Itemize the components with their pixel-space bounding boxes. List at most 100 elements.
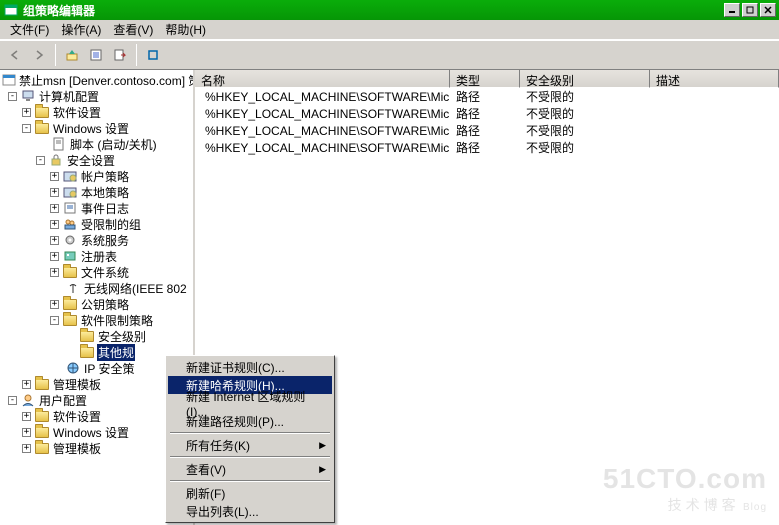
- menu-bar: 文件(F) 操作(A) 查看(V) 帮助(H): [0, 20, 779, 40]
- rule-name: %HKEY_LOCAL_MACHINE\SOFTWARE\Micro...: [205, 107, 450, 121]
- expand-icon[interactable]: +: [50, 220, 59, 229]
- ctx-export-list[interactable]: 导出列表(L)...: [168, 502, 332, 520]
- properties-button[interactable]: [85, 44, 107, 66]
- ctx-new-cert-rule[interactable]: 新建证书规则(C)...: [168, 358, 332, 376]
- forward-button[interactable]: [28, 44, 50, 66]
- list-header: 名称 类型 安全级别 描述: [195, 70, 779, 88]
- window-title: 组策略编辑器: [23, 2, 722, 19]
- folder-icon: [79, 328, 95, 344]
- title-bar: 组策略编辑器: [0, 0, 779, 20]
- col-desc[interactable]: 描述: [650, 70, 779, 88]
- col-security[interactable]: 安全级别: [520, 70, 650, 88]
- folder-icon: [34, 104, 50, 120]
- expand-icon[interactable]: +: [50, 236, 59, 245]
- ctx-separator: [170, 480, 330, 482]
- ctx-view[interactable]: 查看(V)▶: [168, 460, 332, 478]
- tree-account-policy[interactable]: +帐户策略: [0, 168, 193, 184]
- folder-icon: [34, 424, 50, 440]
- list-row[interactable]: %HKEY_LOCAL_MACHINE\SOFTWARE\Micro... 路径…: [195, 139, 779, 156]
- export-button[interactable]: [109, 44, 131, 66]
- col-type[interactable]: 类型: [450, 70, 520, 88]
- group-icon: [62, 216, 78, 232]
- rule-type: 路径: [450, 105, 520, 122]
- rule-type: 路径: [450, 88, 520, 105]
- expand-icon[interactable]: +: [50, 172, 59, 181]
- folder-icon: [79, 344, 95, 360]
- tree-computer-config[interactable]: -计算机配置: [0, 88, 193, 104]
- gear-icon: [62, 232, 78, 248]
- menu-file[interactable]: 文件(F): [4, 19, 55, 40]
- collapse-icon[interactable]: -: [8, 92, 17, 101]
- toolbar: [0, 40, 779, 70]
- tree-scripts[interactable]: 脚本 (启动/关机): [0, 136, 193, 152]
- ctx-all-tasks[interactable]: 所有任务(K)▶: [168, 436, 332, 454]
- rule-security: 不受限的: [520, 139, 650, 156]
- expand-icon[interactable]: +: [50, 252, 59, 261]
- expand-icon[interactable]: +: [50, 188, 59, 197]
- wireless-icon: [65, 280, 81, 296]
- rule-type: 路径: [450, 122, 520, 139]
- submenu-arrow-icon: ▶: [319, 464, 326, 475]
- ctx-new-internet-rule[interactable]: 新建 Internet 区域规则(I)...: [168, 394, 332, 412]
- tree-windows-settings[interactable]: -Windows 设置: [0, 120, 193, 136]
- ctx-separator: [170, 432, 330, 434]
- toolbar-separator: [55, 44, 56, 66]
- policy-icon: [2, 72, 16, 88]
- list-row[interactable]: %HKEY_LOCAL_MACHINE\SOFTWARE\Micro... 路径…: [195, 122, 779, 139]
- tree-security-level[interactable]: 安全级别: [0, 328, 193, 344]
- folder-icon: [62, 264, 78, 280]
- collapse-icon[interactable]: -: [22, 124, 31, 133]
- close-button[interactable]: [760, 3, 776, 17]
- collapse-icon[interactable]: -: [36, 156, 45, 165]
- ctx-refresh[interactable]: 刷新(F): [168, 484, 332, 502]
- maximize-button[interactable]: [742, 3, 758, 17]
- menu-action[interactable]: 操作(A): [55, 19, 107, 40]
- tree-software-restrict[interactable]: -软件限制策略: [0, 312, 193, 328]
- up-button[interactable]: [61, 44, 83, 66]
- expand-icon[interactable]: +: [50, 268, 59, 277]
- expand-icon[interactable]: +: [50, 204, 59, 213]
- tree-restricted-groups[interactable]: +受限制的组: [0, 216, 193, 232]
- expand-icon[interactable]: +: [22, 428, 31, 437]
- collapse-icon[interactable]: -: [50, 316, 59, 325]
- expand-icon[interactable]: +: [22, 412, 31, 421]
- ctx-separator: [170, 456, 330, 458]
- user-icon: [20, 392, 36, 408]
- tree-software-settings[interactable]: +软件设置: [0, 104, 193, 120]
- menu-help[interactable]: 帮助(H): [159, 19, 212, 40]
- expand-icon[interactable]: +: [22, 108, 31, 117]
- tree-root[interactable]: 禁止msn [Denver.contoso.com] 策: [0, 72, 193, 88]
- expand-icon[interactable]: +: [22, 444, 31, 453]
- menu-view[interactable]: 查看(V): [107, 19, 159, 40]
- policy-folder-icon: [62, 168, 78, 184]
- folder-icon: [34, 408, 50, 424]
- folder-icon: [34, 120, 50, 136]
- ctx-new-path-rule[interactable]: 新建路径规则(P)...: [168, 412, 332, 430]
- tree-security-settings[interactable]: -安全设置: [0, 152, 193, 168]
- rule-name: %HKEY_LOCAL_MACHINE\SOFTWARE\Micro...: [205, 90, 450, 104]
- collapse-icon[interactable]: -: [8, 396, 17, 405]
- list-body: %HKEY_LOCAL_MACHINE\SOFTWARE\Micro... 路径…: [195, 88, 779, 156]
- minimize-button[interactable]: [724, 3, 740, 17]
- tree-wireless[interactable]: 无线网络(IEEE 802: [0, 280, 193, 296]
- col-name[interactable]: 名称: [195, 70, 450, 88]
- expand-icon[interactable]: +: [22, 380, 31, 389]
- tree-file-system[interactable]: +文件系统: [0, 264, 193, 280]
- list-row[interactable]: %HKEY_LOCAL_MACHINE\SOFTWARE\Micro... 路径…: [195, 88, 779, 105]
- tree-system-services[interactable]: +系统服务: [0, 232, 193, 248]
- back-button[interactable]: [4, 44, 26, 66]
- rule-name: %HKEY_LOCAL_MACHINE\SOFTWARE\Micro...: [205, 124, 450, 138]
- rule-security: 不受限的: [520, 122, 650, 139]
- tree-event-log[interactable]: +事件日志: [0, 200, 193, 216]
- computer-icon: [20, 88, 36, 104]
- rule-security: 不受限的: [520, 105, 650, 122]
- tree-registry[interactable]: +注册表: [0, 248, 193, 264]
- list-row[interactable]: %HKEY_LOCAL_MACHINE\SOFTWARE\Micro... 路径…: [195, 105, 779, 122]
- registry-icon: [62, 248, 78, 264]
- tree-local-policy[interactable]: +本地策略: [0, 184, 193, 200]
- refresh-button[interactable]: [142, 44, 164, 66]
- policy-folder-icon: [62, 184, 78, 200]
- expand-icon[interactable]: +: [50, 300, 59, 309]
- tree-pubkey-policy[interactable]: +公钥策略: [0, 296, 193, 312]
- folder-icon: [62, 296, 78, 312]
